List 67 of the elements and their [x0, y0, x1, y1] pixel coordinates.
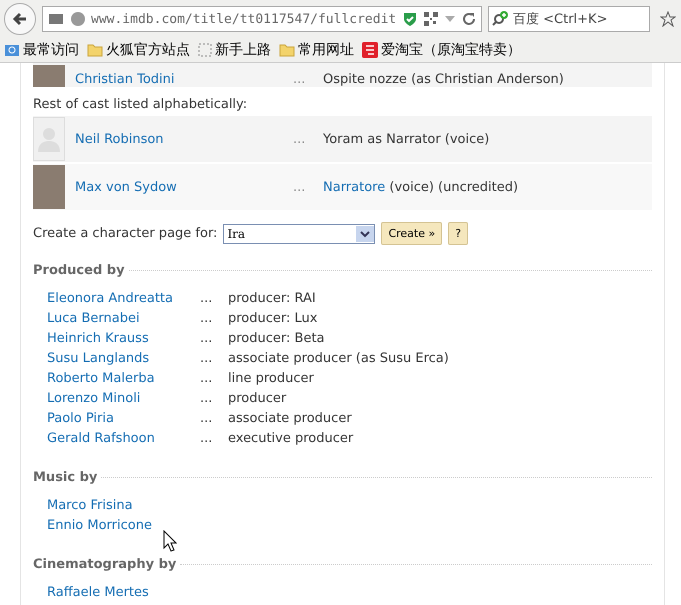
ellipsis-text: ...	[200, 330, 214, 346]
credit-role-text: associate producer (as Susu Erca)	[228, 350, 449, 366]
actor-link[interactable]: Christian Todini	[75, 72, 293, 87]
ellipsis-text: ...	[200, 430, 214, 446]
back-button[interactable]	[4, 3, 36, 35]
search-folder-icon	[4, 42, 20, 58]
credit-role-text: associate producer	[228, 410, 352, 426]
person-link[interactable]: Marco Frisina	[47, 498, 200, 512]
ellipsis-text: ...	[200, 290, 214, 306]
search-field[interactable]: 百度 <Ctrl+K>	[488, 6, 650, 32]
taobao-icon	[362, 42, 378, 58]
create-character-label: Create a character page for:	[33, 226, 218, 241]
address-bar[interactable]: www.imdb.com/title/tt0117547/fullcredit	[42, 6, 482, 32]
section-heading: Cinematography by	[33, 557, 176, 572]
bookmark-item[interactable]: 火狐官方站点	[87, 41, 190, 59]
person-link[interactable]: Gerald Rafshoon	[47, 430, 200, 446]
chevron-down-icon	[360, 230, 370, 238]
section-heading: Music by	[33, 470, 98, 485]
person-link[interactable]: Heinrich Krauss	[47, 330, 200, 346]
ellipsis-text: ...	[200, 370, 214, 386]
help-button[interactable]: ?	[448, 222, 468, 245]
actor-link[interactable]: Neil Robinson	[75, 132, 293, 146]
person-link[interactable]: Susu Langlands	[47, 350, 200, 366]
ellipsis-text: ...	[293, 72, 306, 87]
role-text: (voice) (uncredited)	[388, 180, 518, 194]
ellipsis-text: ...	[200, 410, 214, 426]
ellipsis-text: ...	[200, 310, 214, 326]
person-link[interactable]: Eleonora Andreatta	[47, 290, 200, 306]
credit-role-text: producer: Lux	[228, 310, 318, 326]
person-link[interactable]: Roberto Malerba	[47, 370, 200, 386]
shield-icon[interactable]	[402, 11, 418, 27]
credit-role-text: producer	[228, 390, 286, 406]
role-text: Yoram as Narrator (voice)	[323, 132, 490, 146]
credit-role-text: line producer	[228, 370, 314, 386]
person-link[interactable]: Lorenzo Minoli	[47, 390, 200, 406]
reload-icon[interactable]	[461, 11, 477, 27]
ellipsis-text: ...	[293, 132, 306, 146]
credit-role-text: producer: RAI	[228, 290, 316, 306]
person-link[interactable]: Luca Bernabei	[47, 310, 200, 326]
bookmark-item[interactable]: 最常访问	[4, 41, 79, 59]
role-text: Ospite nozze (as Christian Anderson)	[323, 72, 564, 87]
folder-icon	[87, 43, 103, 57]
section-heading: Produced by	[33, 263, 125, 278]
person-link[interactable]: Paolo Piria	[47, 410, 200, 426]
credit-role-text: producer: Beta	[228, 330, 325, 346]
bookmark-item[interactable]: 爱淘宝（原淘宝特卖）	[362, 41, 521, 59]
dashed-square-icon	[198, 43, 212, 57]
url-text: www.imdb.com/title/tt0117547/fullcredit	[91, 12, 397, 26]
ellipsis-text: ...	[200, 350, 214, 366]
bookmark-star-icon[interactable]	[660, 11, 676, 27]
section-text: Rest of cast listed alphabetically:	[33, 96, 248, 114]
create-button[interactable]: Create »	[381, 222, 442, 245]
person-link[interactable]: Raffaele Mertes	[47, 584, 200, 600]
credit-role-text: executive producer	[228, 430, 354, 446]
ellipsis-text: ...	[200, 390, 214, 406]
mouse-pointer-icon	[163, 530, 177, 552]
photo-placeholder	[33, 65, 65, 87]
character-dropdown[interactable]: Ira	[223, 224, 376, 244]
actor-link[interactable]: Max von Sydow	[75, 180, 293, 194]
folder-icon	[279, 43, 295, 57]
bookmark-item[interactable]: 新手上路	[198, 41, 271, 59]
person-link[interactable]: Ennio Morricone	[47, 518, 200, 532]
ellipsis-text: ...	[293, 180, 306, 194]
bookmark-item[interactable]: 常用网址	[279, 41, 354, 59]
back-arrow-icon	[11, 10, 29, 28]
qr-code-icon[interactable]	[423, 11, 439, 27]
character-link[interactable]: Narratore	[323, 180, 386, 194]
